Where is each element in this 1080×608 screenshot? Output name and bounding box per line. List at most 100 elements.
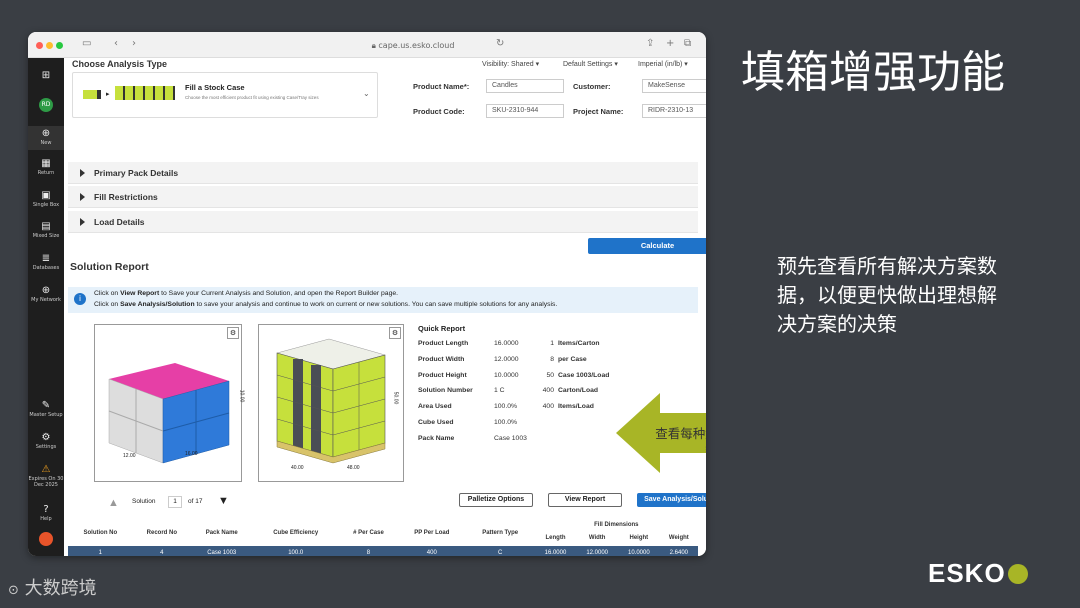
analysis-type-title: Fill a Stock Case [185,83,245,92]
new-tab-icon[interactable]: + [666,38,674,49]
browser-window: ▭ ‹ › 🔒︎ cape.us.esko.cloud ↻ ⇪ + ⧉ ⊞ RD… [28,32,706,556]
info-banner: i Click on View Report to Save your Curr… [68,287,698,313]
gear-icon: ⚙ [41,432,51,443]
sidebar-item-new[interactable]: ⊕ New [28,126,64,150]
info-line-1: Click on View Report to Save your Curren… [94,290,399,297]
quick-report-count: 400 [542,403,554,411]
pallet-height-dim: 50.00 [392,391,399,405]
minimize-dot[interactable] [46,42,53,49]
quick-report-value: 100.0% [494,419,518,426]
pallet-3d-view: ⚙ 50.00 40.00 48.00 [258,324,404,482]
sidebar-item-single-box[interactable]: ▣ Single Box [28,190,64,208]
callout-text: 查看每种解决方案的托盘装载量 [655,426,706,456]
mixed-icon: ▤ [41,221,51,232]
col-header: # Per Case [353,530,384,536]
pallet-icon: ▦ [41,158,51,169]
sidebar-item-settings[interactable]: ⚙ Settings [28,432,64,450]
analysis-type-heading: Choose Analysis Type [72,59,168,69]
table-cell: 12.0000 [576,546,619,556]
calculate-button[interactable]: Calculate [588,238,706,254]
view-settings-icon[interactable]: ⚙ [389,327,401,339]
wrench-icon: ✎ [41,400,51,411]
view-settings-icon[interactable]: ⚙ [227,327,239,339]
quick-report-title: Quick Report [418,324,466,333]
boxes-icon: ▣ [41,190,51,201]
tabs-icon[interactable]: ⧉ [684,38,691,49]
project-name-field[interactable]: RIDR-2310-13 [642,104,706,118]
back-icon[interactable]: ‹ [114,38,118,49]
avatar[interactable]: RD [28,98,64,112]
product-code-field[interactable]: SKU-2310-944 [486,104,564,118]
table-cell: 2.6400 [659,546,698,556]
info-icon: i [74,293,86,305]
close-dot[interactable] [36,42,43,49]
forward-icon[interactable]: › [132,38,136,49]
section-primary-pack[interactable]: Primary Pack Details [68,162,698,184]
quick-report-value: 1 C [494,387,505,395]
sidebar-item-my-network[interactable]: ⊕ My Network [28,285,64,303]
table-cell: 100.0 [252,546,339,556]
pallet-render [276,338,386,464]
case-width-dim: 12.00 [123,453,136,459]
section-load-details[interactable]: Load Details [68,211,698,233]
quick-report-label: Pack Name [418,434,455,442]
table-cell: C [465,546,535,556]
case-render [108,363,230,464]
table-cell: Case 1003 [190,546,253,556]
case-height-dim: 10.00 [238,389,245,403]
sidebar-item-return[interactable]: ▦ Return [28,158,64,176]
table-cell: 16.0000 [534,546,577,556]
share-icon[interactable]: ⇪ [646,38,654,49]
quick-report-value: 10.0000 [494,371,519,379]
solutions-table: Solution No Record No Pack Name Cube Effici… [68,520,698,556]
col-header: Record No [146,530,177,536]
prev-solution-icon[interactable]: ▲ [108,497,119,509]
units-select[interactable]: Imperial (in/lb) ▾ [638,60,688,68]
view-report-button[interactable]: View Report [548,493,622,507]
database-icon: ≣ [41,253,51,264]
solution-report-heading: Solution Report [70,261,149,273]
sidebar-item-mixed-size[interactable]: ▤ Mixed Size [28,221,64,239]
quick-report-label: Product Height [418,371,467,379]
col-header: Weight [668,535,689,541]
reload-icon[interactable]: ↻ [496,38,504,49]
settings-select[interactable]: Default Settings ▾ [563,60,618,68]
pallet-thumbnail-icon [115,86,175,100]
quick-report-label: Product Length [418,340,469,347]
apps-grid-icon[interactable]: ⊞ [28,70,64,82]
quick-report-label: Solution Number [418,387,473,395]
zoom-dot[interactable] [56,42,63,49]
quick-report-count: 50 [546,371,554,379]
customer-field[interactable]: MakeSense [642,79,706,93]
quick-report-value: Case 1003 [494,434,527,442]
next-solution-icon[interactable]: ▼ [218,495,229,507]
section-fill-restrictions[interactable]: Fill Restrictions [68,186,698,208]
esko-logo: ESKO [928,558,1028,589]
palletize-options-button[interactable]: Palletize Options [459,493,533,507]
address-bar[interactable]: 🔒︎ cape.us.esko.cloud [318,39,508,52]
visibility-select[interactable]: Visibility: Shared ▾ [482,60,539,68]
sidebar-toggle-icon[interactable]: ▭ [82,38,91,49]
chevron-down-icon: ⌄ [363,89,370,98]
table-cell: 10.0000 [618,546,660,556]
table-row[interactable]: 1 4 Case 1003 100.0 8 400 C 16.0000 12.0000 10.00… [68,546,698,556]
globe-icon: ⊕ [41,285,51,296]
product-name-field[interactable]: Candles [486,79,564,93]
analysis-type-select[interactable]: ▸ Fill a Stock Case Choose the most effi… [72,72,378,118]
solution-total: of 17 [188,498,203,505]
arrow-icon: ▸ [106,91,110,98]
slide-description: 预先查看所有解决方案数据，以便更快做出理想解决方案的决策 [777,254,997,336]
esko-app-icon[interactable] [28,532,64,548]
quick-report-count: 8 [550,355,554,363]
save-analysis-button[interactable]: Save Analysis/Solution [637,493,706,507]
sidebar-item-help[interactable]: ? Help [28,504,64,522]
browser-toolbar: ▭ ‹ › 🔒︎ cape.us.esko.cloud ↻ ⇪ + ⧉ [28,32,706,58]
pallet-length-dim: 48.00 [347,465,360,471]
col-header: Height [629,535,649,541]
sidebar-item-expires: ⚠ Expires On 30 Dec 2025 [28,464,64,488]
slide-title: 填箱增强功能 [741,47,1005,98]
solution-number-input[interactable]: 1 [168,496,182,508]
sidebar-item-master-setup[interactable]: ✎ Master Setup [28,400,64,418]
sidebar-item-databases[interactable]: ≣ Databases [28,253,64,271]
col-header: Cube Efficiency [273,530,319,536]
